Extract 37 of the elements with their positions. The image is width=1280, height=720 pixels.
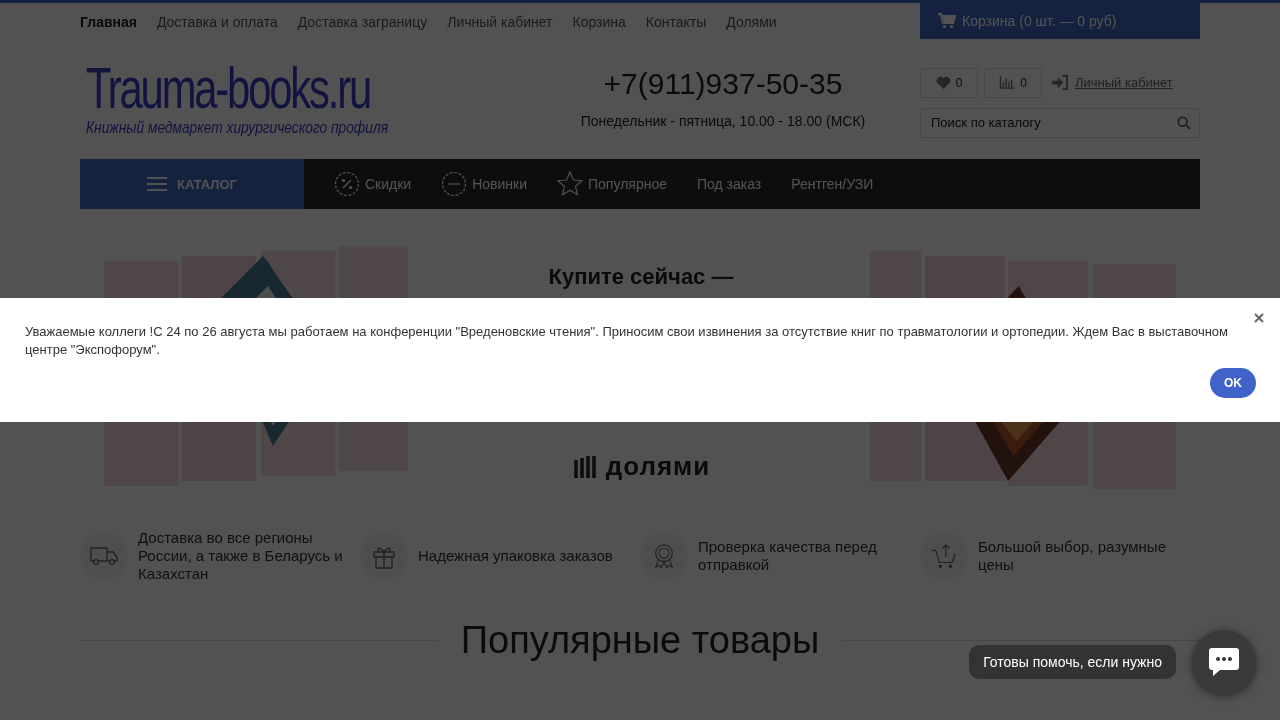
- feature-text: Проверка качества перед отправкой: [698, 538, 878, 574]
- favorites-button[interactable]: 0: [920, 67, 978, 98]
- brand-name: долями: [605, 451, 711, 482]
- logo-tagline: Книжный медмаркет хирургического профиля: [86, 118, 390, 137]
- feature-text: Доставка во все регионы России, а также в Беларусь и Казахстан: [138, 529, 344, 583]
- new-badge-icon: [441, 171, 468, 197]
- feature-text: Большой выбор, разумные цены: [978, 538, 1167, 574]
- search-field[interactable]: Поиск по каталогу: [920, 107, 1200, 138]
- nav-link[interactable]: Под заказ: [697, 176, 762, 192]
- cart-icon: [938, 13, 956, 29]
- chat-prompt: Готовы помочь, если нужно: [969, 645, 1176, 679]
- working-hours: Понедельник - пятница, 10.00 - 18.00 (МСК): [580, 112, 866, 129]
- ok-button[interactable]: OK: [1210, 368, 1256, 398]
- medal-icon: [652, 543, 676, 569]
- login-icon: [1052, 75, 1069, 90]
- nav-link[interactable]: Новинки: [441, 171, 527, 197]
- compare-button[interactable]: 0: [984, 67, 1042, 98]
- phone-number: +7(911)937-50-35: [603, 66, 843, 101]
- chat-icon: [1208, 647, 1240, 677]
- chat-button[interactable]: [1192, 630, 1256, 694]
- nav-link[interactable]: Скидки: [334, 171, 412, 197]
- banner-headline: Купите сейчас —: [548, 264, 734, 290]
- menu-icon: [147, 176, 167, 192]
- bar-chart-icon: [999, 76, 1016, 89]
- feature-text: Надежная упаковка заказов: [418, 547, 614, 565]
- heart-icon: [935, 76, 951, 89]
- logo-title[interactable]: Trauma-books.ru: [86, 58, 403, 117]
- nav-link[interactable]: Популярное: [557, 171, 667, 197]
- cart-icon: [931, 543, 957, 569]
- percent-badge-icon: [334, 171, 360, 197]
- star-icon: [557, 171, 583, 197]
- top-menu-link[interactable]: Главная: [80, 14, 137, 30]
- notice-text: Уважаемые коллеги !С 24 по 26 августа мы работаем на конференции "Вреденовские чтения". Приносим свои извинения за отсутствие книг по травматологии и ортопедии. Ждем Вас в выставочном центре "Экспофорум".: [25, 323, 1229, 359]
- close-icon[interactable]: [1254, 313, 1264, 323]
- nav-link[interactable]: Рентген/УЗИ: [791, 176, 874, 192]
- section-title: Популярные товары: [460, 619, 820, 662]
- truck-icon: [90, 546, 118, 566]
